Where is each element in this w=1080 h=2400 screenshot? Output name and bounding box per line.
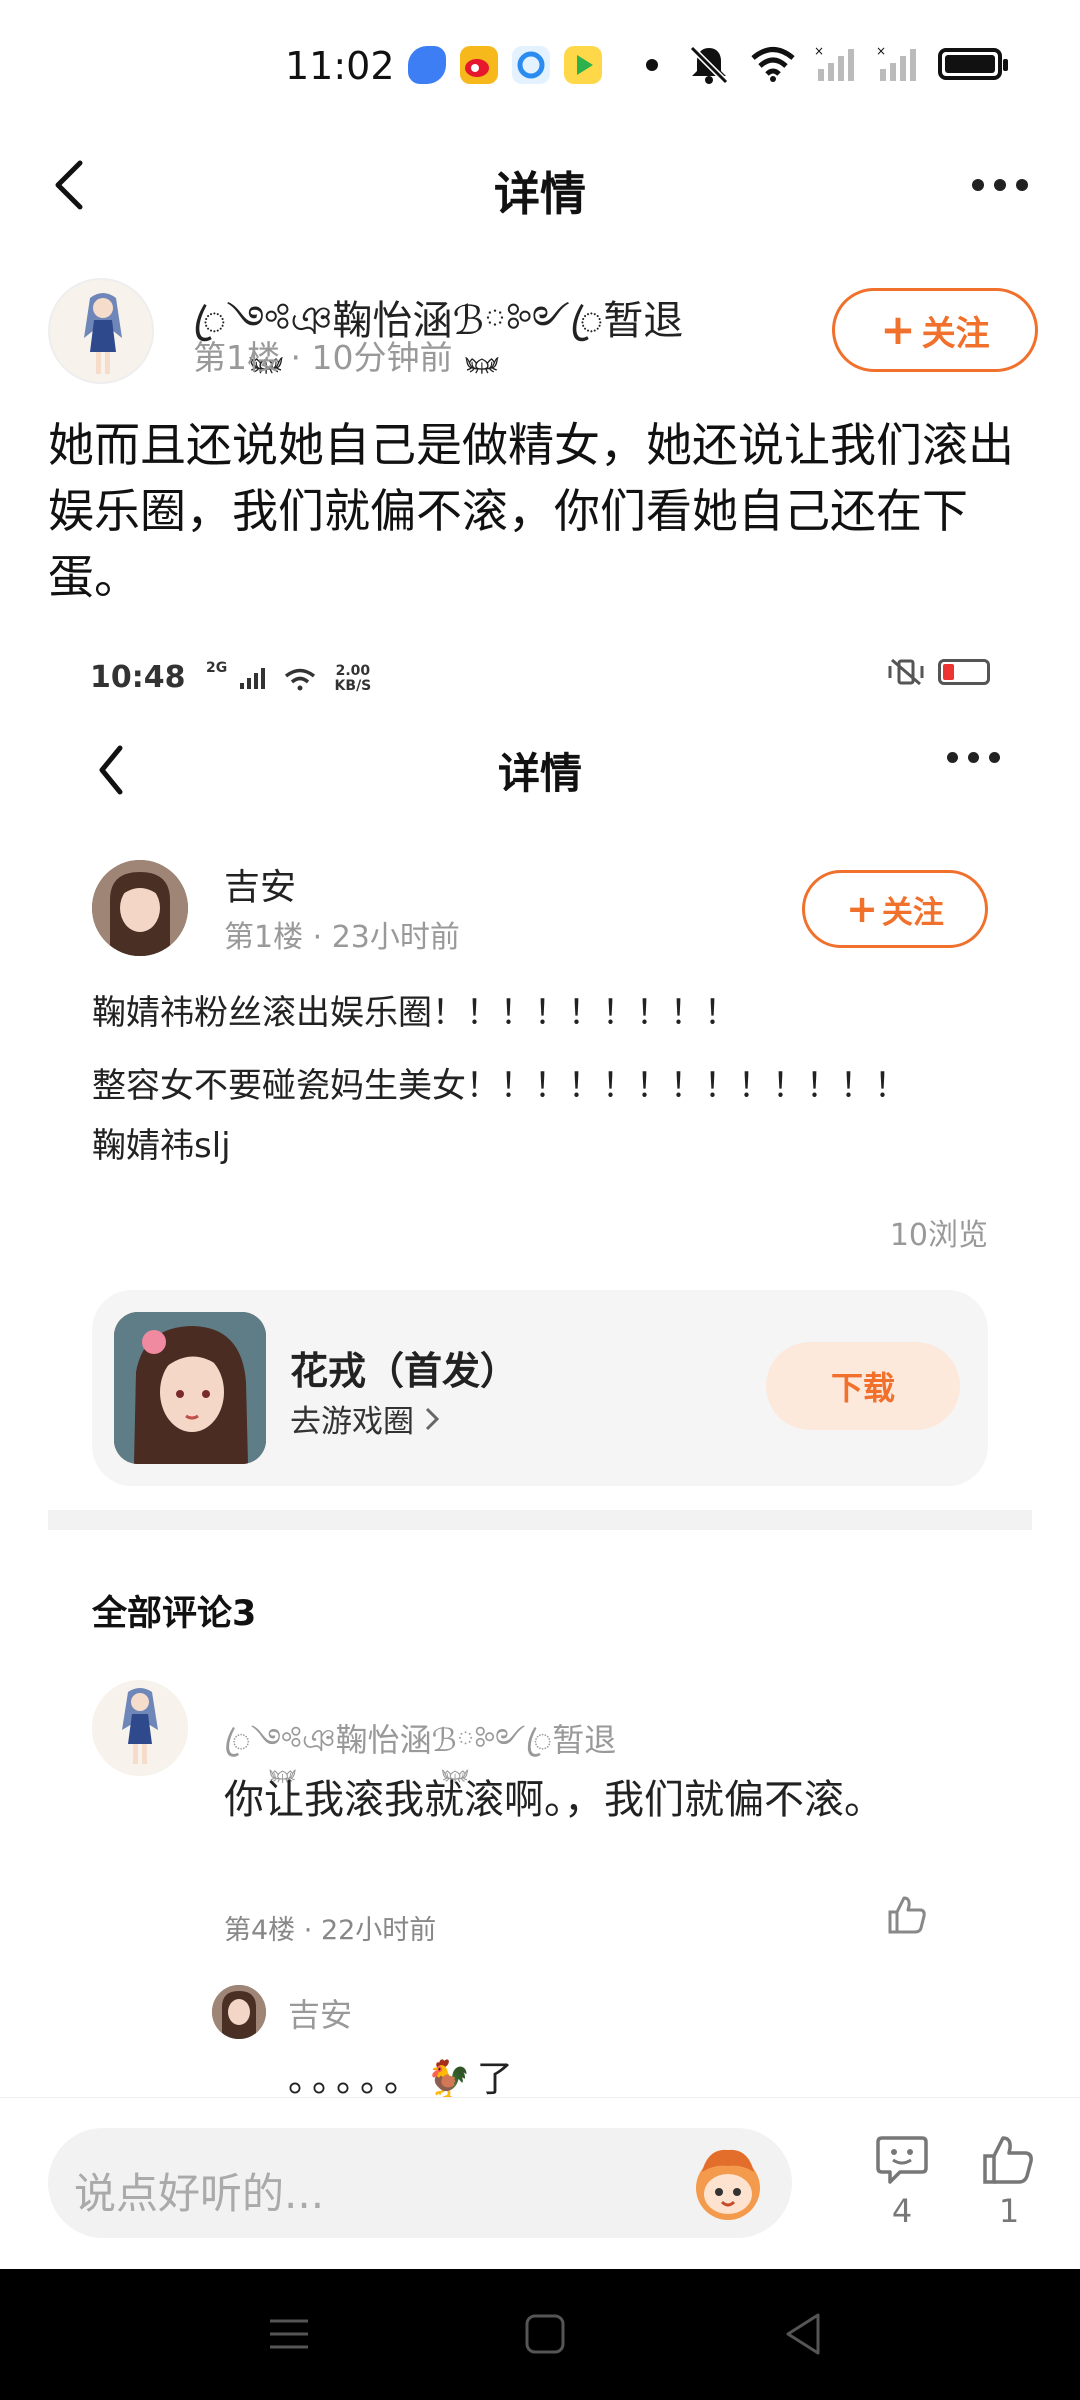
comment-like-icon [888,1896,926,1934]
comment-floor: 第4楼 [224,1915,296,1946]
follow-label: 关注 [921,313,990,354]
comment-count-button[interactable]: 4 [867,2134,937,2230]
embedded-net-speed-unit: KB/S [334,677,372,694]
follow-button[interactable]: + 关注 [832,288,1038,372]
signal-icon: × [814,45,854,81]
comment-meta: 第4楼 · 22小时前 [224,1908,436,1947]
post-author: ꦿ༺࿆ঞ鞠怡涵ℬ࿆༻ꦿ暂退 第1楼 · 10分钟前 + 关注 [48,275,1038,385]
embedded-floor: 第1楼 [224,920,304,955]
game-icon [564,46,602,84]
comment-placeholder: 说点好听的... [74,2169,325,2218]
post-floor: 第1楼 [193,338,280,377]
weibo-icon [460,46,498,84]
post-image[interactable]: 10:48 2G 2.00 KB/S 详情 吉安 第1楼 · 23小时前 + 关… [0,640,1080,2100]
embedded-network-type: 2G [205,660,228,676]
reply-author: 吉安 [288,1996,353,2034]
embedded-more-icon [947,752,1000,763]
notification-icons [408,46,658,84]
more-dot-icon [972,179,984,191]
more-dot-icon [994,179,1006,191]
status-time: 11:02 [285,44,395,88]
emoji-mascot-icon[interactable] [686,2142,770,2226]
more-options-button[interactable] [960,160,1040,210]
post-meta: 第1楼 · 10分钟前 [193,331,452,379]
battery-icon [938,48,1008,80]
embedded-author-name: 吉安 [224,867,297,908]
comment-icon [876,2136,928,2184]
browser-icon [512,46,550,84]
embedded-title: 详情 [497,749,582,798]
embedded-status-time: 10:48 [90,660,186,695]
reply-avatar [212,1985,266,2039]
system-nav-bar [0,2269,1080,2400]
embedded-signal-icon [239,667,265,689]
game-link-label: 去游戏圈 [290,1404,414,1440]
post-text: 她而且还说她自己是做精女，她还说让我们滚出娱乐圈，我们就偏不滚，你们看她自己还在… [48,418,1014,604]
meta-separator: · [303,1915,321,1946]
more-dot-icon [1016,179,1028,191]
comment-time: 22小时前 [320,1915,437,1946]
game-cover [114,1312,266,1464]
comment-text: 你让我滚我就滚啊。，我们就偏不滚。 [224,1777,884,1823]
blue-app-icon [408,46,446,84]
post-time: 10分钟前 [311,338,453,377]
embedded-follow-label: 关注 [881,894,944,931]
status-bar: 11:02 × × [0,0,1080,130]
svg-text:×: × [814,45,824,58]
embedded-view-count: 10浏览 [889,1218,988,1253]
game-name: 花戎（首发） [290,1349,519,1393]
embedded-wifi-icon [285,668,316,690]
embedded-post-meta: 第1楼 · 23小时前 [224,912,460,956]
embedded-text-line: 整容女不要碰瓷妈生美女！！！！！！！！！！！！！ [92,1066,908,1106]
comment-bar: 说点好听的... 4 1 [0,2097,1080,2269]
reply-text: 。。。。。🐓了 [288,2059,519,2100]
home-icon[interactable] [518,2307,572,2361]
embedded-status-bar: 10:48 2G 2.00 KB/S [90,660,371,695]
embedded-author-avatar [92,860,188,956]
system-icons: × × [686,44,1008,84]
embedded-battery-icon [938,659,990,685]
meta-separator: · [312,920,332,955]
embedded-status-icons [886,658,990,686]
page-title: 详情 [494,167,586,221]
game-card: 花戎（首发） 去游戏圈 下载 [92,1290,988,1486]
embedded-text-line: 鞠婧祎slj [92,1126,231,1166]
like-icon [983,2136,1033,2184]
game-circle-link: 去游戏圈 [290,1396,440,1441]
svg-text:×: × [876,45,886,58]
app-header: 详情 [0,130,1080,240]
meta-separator: · [290,338,312,377]
wifi-icon [751,47,795,82]
back-nav-icon[interactable] [776,2307,830,2361]
download-button: 下载 [766,1342,960,1430]
signal-icon: × [876,45,916,81]
comments-title: 全部评论3 [92,1594,257,1634]
plus-icon: + [880,305,916,354]
author-avatar[interactable] [48,278,154,384]
embedded-net-speed: 2.00 KB/S [334,662,372,694]
embedded-net-speed-value: 2.00 [335,662,371,679]
plus-icon: + [846,887,878,931]
comment-count: 4 [891,2192,913,2230]
chevron-right-icon [425,1407,440,1430]
embedded-vibrate-icon [888,658,924,686]
embedded-follow-button: + 关注 [802,870,988,948]
notification-dot-icon [646,59,658,71]
comment-input[interactable]: 说点好听的... [48,2128,792,2238]
embedded-text-line: 鞠婧祎粉丝滚出娱乐圈！！！！！！！！！ [92,993,738,1033]
menu-icon[interactable] [262,2307,316,2361]
embedded-time: 23小时前 [331,920,460,955]
section-divider [48,1510,1032,1530]
like-count-button[interactable]: 1 [974,2134,1044,2230]
like-count: 1 [998,2192,1020,2230]
mute-icon [689,45,729,84]
comment-avatar [92,1680,188,1776]
